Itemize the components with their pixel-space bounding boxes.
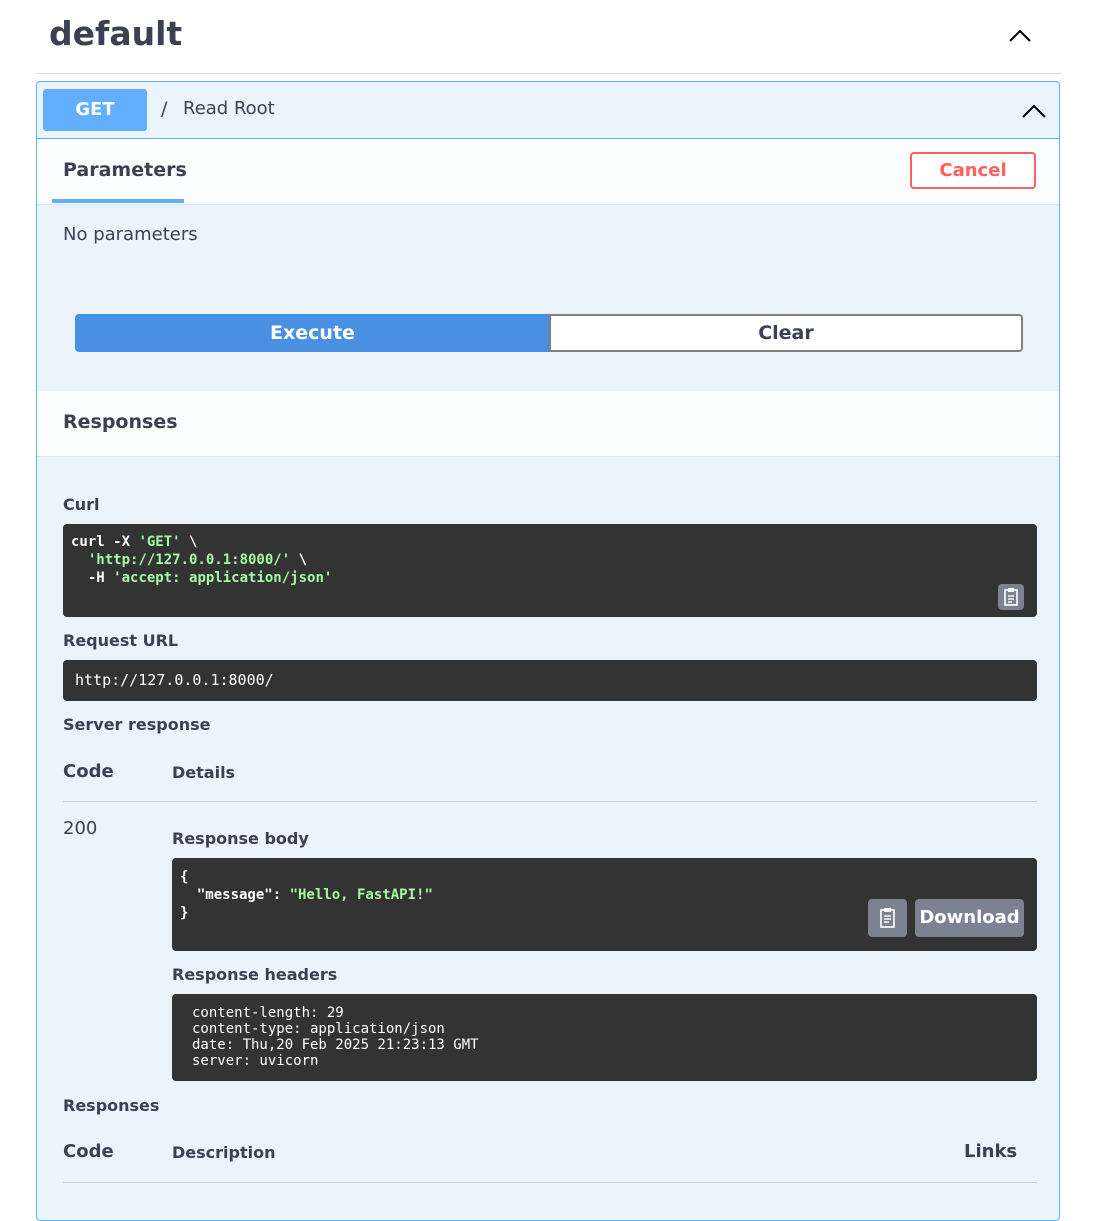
request-url-label: Request URL	[63, 631, 179, 650]
response-body-block[interactable]: { "message": "Hello, FastAPI!" } Downloa…	[172, 858, 1037, 951]
request-url-value: http://127.0.0.1:8000/	[75, 671, 274, 689]
curl-line1-str: 'GET'	[138, 534, 181, 550]
tag-title: default	[49, 14, 183, 53]
body-value: "Hello, FastAPI!"	[289, 887, 433, 903]
operation-summary[interactable]: GET / Read Root	[37, 82, 1059, 139]
copy-curl-button[interactable]	[998, 584, 1024, 610]
header-line: content-length: 29	[192, 1005, 344, 1021]
chevron-up-icon[interactable]	[1008, 24, 1032, 48]
responses-table-divider	[63, 1182, 1037, 1183]
body-close-brace: }	[180, 905, 189, 921]
details-column-header: Details	[172, 763, 236, 782]
curl-line2-str: 'http://127.0.0.1:8000/'	[71, 552, 291, 568]
header-line: server: uvicorn	[192, 1053, 319, 1069]
curl-line2-tail: \	[290, 552, 308, 568]
cancel-button[interactable]: Cancel	[910, 152, 1036, 189]
curl-line3-str: 'accept: application/json'	[113, 570, 333, 586]
curl-line1-cmd: curl -X	[71, 534, 139, 550]
response-headers-label: Response headers	[172, 965, 338, 984]
tab-active-indicator	[52, 199, 184, 203]
response-body-label: Response body	[172, 829, 309, 848]
responses-links-header: Links	[964, 1141, 1018, 1162]
operation-summary-text: Read Root	[183, 98, 275, 119]
response-headers-block[interactable]: content-length: 29 content-type: applica…	[172, 994, 1037, 1081]
responses-header: Responses	[37, 391, 1059, 457]
curl-label: Curl	[63, 495, 100, 514]
method-badge: GET	[43, 89, 147, 131]
curl-line3-cmd: -H	[71, 570, 114, 586]
download-button[interactable]: Download	[915, 899, 1024, 937]
operation-path: /	[161, 98, 168, 120]
header-line: content-type: application/json	[192, 1021, 445, 1037]
execute-wrapper: Execute Clear	[75, 314, 1023, 352]
copy-response-button[interactable]	[868, 899, 907, 937]
responses-code-header: Code	[63, 1141, 114, 1162]
operation-block-get-root: GET / Read Root Parameters Cancel No par…	[36, 81, 1060, 1221]
tag-header[interactable]: default	[36, 0, 1062, 74]
body-open-brace: {	[180, 869, 189, 885]
responses-title: Responses	[63, 411, 178, 433]
server-response-label: Server response	[63, 715, 211, 734]
responses-label: Responses	[63, 1096, 160, 1115]
clipboard-icon	[1004, 588, 1018, 606]
responses-description-header: Description	[172, 1143, 276, 1162]
header-line: date: Thu,20 Feb 2025 21:23:13 GMT	[192, 1037, 479, 1053]
execute-button[interactable]: Execute	[75, 314, 550, 352]
code-column-header: Code	[63, 761, 114, 782]
clear-button[interactable]: Clear	[549, 314, 1023, 352]
body-key: "message":	[180, 887, 290, 903]
curl-line1-tail: \	[180, 534, 198, 550]
no-parameters-text: No parameters	[63, 224, 198, 245]
tab-parameters[interactable]: Parameters	[63, 159, 187, 181]
request-url-block[interactable]: http://127.0.0.1:8000/	[63, 660, 1037, 701]
response-status-code: 200	[63, 818, 98, 839]
parameters-header: Parameters Cancel	[37, 139, 1059, 205]
table-divider	[63, 801, 1037, 802]
chevron-up-icon[interactable]	[1021, 98, 1047, 124]
curl-code-block[interactable]: curl -X 'GET' \ 'http://127.0.0.1:8000/'…	[63, 524, 1037, 617]
clipboard-icon	[880, 908, 895, 928]
